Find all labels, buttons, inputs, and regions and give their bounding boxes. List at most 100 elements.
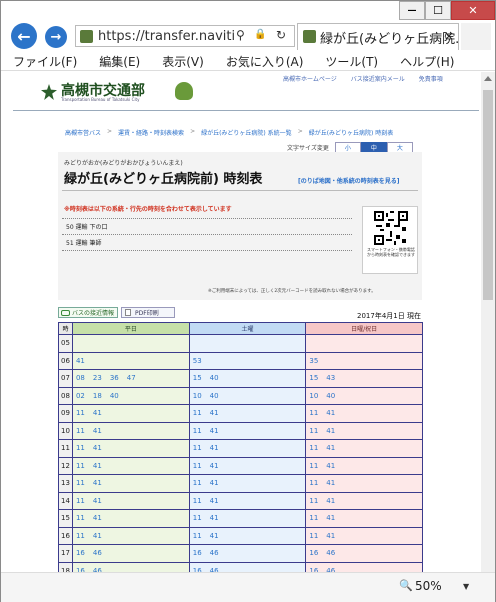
departure-minute[interactable]: 41 [210, 462, 219, 470]
menu-favorites[interactable]: お気に入り(A) [214, 51, 314, 70]
departure-minute[interactable]: 10 [193, 392, 202, 400]
departure-minute[interactable]: 11 [76, 409, 85, 417]
zoom-dropdown-icon[interactable]: ▼ [463, 582, 469, 591]
departure-minute[interactable]: 40 [210, 374, 219, 382]
browser-tab[interactable]: 緑が丘(みどりヶ丘病院... × [297, 23, 459, 50]
departure-minute[interactable]: 11 [309, 532, 318, 540]
close-tab-icon[interactable]: × [444, 29, 454, 43]
departure-minute[interactable]: 41 [93, 532, 102, 540]
menu-tools[interactable]: ツール(T) [313, 51, 388, 70]
lock-icon[interactable]: 🔒 [254, 29, 266, 40]
menu-help[interactable]: ヘルプ(H) [388, 51, 464, 70]
departure-minute[interactable]: 23 [93, 374, 102, 382]
departure-minute[interactable]: 11 [76, 462, 85, 470]
departure-minute[interactable]: 41 [93, 479, 102, 487]
zoom-level[interactable]: 50% [415, 579, 442, 593]
departure-minute[interactable]: 11 [193, 409, 202, 417]
departure-minute[interactable]: 41 [326, 497, 335, 505]
departure-minute[interactable]: 11 [193, 532, 202, 540]
search-icon[interactable]: ⚲ [236, 28, 245, 42]
departure-minute[interactable]: 11 [76, 444, 85, 452]
disclaimer-link[interactable]: 免責事項 [419, 74, 443, 83]
menu-view[interactable]: 表示(V) [150, 51, 214, 70]
departure-minute[interactable]: 10 [309, 392, 318, 400]
scrollbar-thumb[interactable] [483, 90, 493, 300]
departure-minute[interactable]: 41 [93, 497, 102, 505]
departure-minute[interactable]: 41 [326, 462, 335, 470]
departure-minute[interactable]: 11 [309, 409, 318, 417]
departure-minute[interactable]: 11 [193, 444, 202, 452]
departure-minute[interactable]: 41 [210, 514, 219, 522]
scroll-up-arrow-icon[interactable] [484, 76, 492, 81]
departure-minute[interactable]: 16 [193, 549, 202, 557]
departure-minute[interactable]: 11 [76, 427, 85, 435]
departure-minute[interactable]: 36 [110, 374, 119, 382]
departure-minute[interactable]: 11 [309, 427, 318, 435]
departure-minute[interactable]: 41 [210, 479, 219, 487]
breadcrumb-item[interactable]: 高槻市営バス [65, 128, 101, 137]
city-homepage-link[interactable]: 高槻市ホームページ [283, 74, 337, 83]
departure-minute[interactable]: 16 [76, 549, 85, 557]
departure-minute[interactable]: 16 [309, 549, 318, 557]
departure-minute[interactable]: 40 [210, 392, 219, 400]
departure-minute[interactable]: 11 [193, 514, 202, 522]
departure-minute[interactable]: 41 [93, 444, 102, 452]
departure-minute[interactable]: 46 [93, 549, 102, 557]
departure-minute[interactable]: 41 [93, 409, 102, 417]
departure-minute[interactable]: 41 [326, 427, 335, 435]
departure-minute[interactable]: 46 [210, 549, 219, 557]
departure-minute[interactable]: 15 [309, 374, 318, 382]
departure-minute[interactable]: 41 [76, 357, 85, 365]
departure-minute[interactable]: 11 [76, 532, 85, 540]
departure-minute[interactable]: 35 [309, 357, 318, 365]
breadcrumb-item[interactable]: 運賃・経路・時刻表検索 [118, 128, 184, 137]
departure-minute[interactable]: 02 [76, 392, 85, 400]
departure-minute[interactable]: 41 [210, 497, 219, 505]
new-tab-area[interactable] [461, 23, 491, 50]
address-bar[interactable]: https://transfer.naviti ⚲ 🔒 ↻ [75, 25, 295, 47]
departure-minute[interactable]: 46 [326, 549, 335, 557]
bus-mail-link[interactable]: バス接近案内メール [351, 74, 405, 83]
departure-minute[interactable]: 41 [326, 409, 335, 417]
bus-approach-button[interactable]: バスの接近情報 [58, 307, 118, 318]
departure-minute[interactable]: 11 [76, 514, 85, 522]
site-logo[interactable]: 高槻市交通部 Transportation Bureau of Takatsuk… [41, 80, 201, 108]
departure-minute[interactable]: 41 [326, 532, 335, 540]
menu-edit[interactable]: 編集(E) [87, 51, 150, 70]
breadcrumb-item[interactable]: 緑が丘(みどりヶ丘病院) 時刻表 [309, 128, 394, 137]
departure-minute[interactable]: 41 [93, 514, 102, 522]
departure-minute[interactable]: 11 [76, 479, 85, 487]
departure-minute[interactable]: 11 [193, 497, 202, 505]
departure-minute[interactable]: 43 [326, 374, 335, 382]
departure-minute[interactable]: 08 [76, 374, 85, 382]
departure-minute[interactable]: 11 [193, 462, 202, 470]
departure-minute[interactable]: 40 [110, 392, 119, 400]
departure-minute[interactable]: 41 [210, 444, 219, 452]
departure-minute[interactable]: 41 [210, 409, 219, 417]
departure-minute[interactable]: 41 [210, 532, 219, 540]
pdf-print-button[interactable]: PDF印刷 [121, 307, 175, 318]
departure-minute[interactable]: 11 [193, 479, 202, 487]
minimize-button[interactable]: — [399, 1, 425, 20]
departure-minute[interactable]: 41 [326, 479, 335, 487]
back-button[interactable]: ← [11, 23, 37, 49]
departure-minute[interactable]: 11 [309, 462, 318, 470]
departure-minute[interactable]: 40 [326, 392, 335, 400]
vertical-scrollbar[interactable] [481, 72, 495, 572]
departure-minute[interactable]: 11 [76, 497, 85, 505]
departure-minute[interactable]: 41 [93, 462, 102, 470]
departure-minute[interactable]: 18 [93, 392, 102, 400]
map-link[interactable]: [のりば地図・他系統の時刻表を見る] [298, 176, 400, 185]
zoom-icon[interactable]: 🔍 [399, 579, 413, 592]
departure-minute[interactable]: 53 [193, 357, 202, 365]
departure-minute[interactable]: 41 [210, 427, 219, 435]
departure-minute[interactable]: 11 [309, 514, 318, 522]
departure-minute[interactable]: 11 [193, 427, 202, 435]
departure-minute[interactable]: 47 [127, 374, 136, 382]
departure-minute[interactable]: 41 [326, 444, 335, 452]
departure-minute[interactable]: 15 [193, 374, 202, 382]
departure-minute[interactable]: 41 [93, 427, 102, 435]
departure-minute[interactable]: 11 [309, 497, 318, 505]
breadcrumb-item[interactable]: 緑が丘(みどりヶ丘病院) 系統一覧 [201, 128, 292, 137]
maximize-button[interactable]: ☐ [425, 1, 451, 20]
